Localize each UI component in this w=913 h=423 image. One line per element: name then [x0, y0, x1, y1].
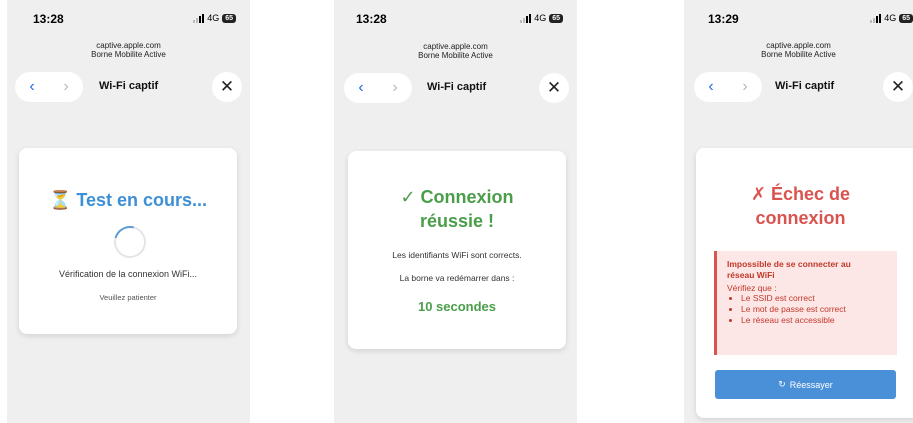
network-type: 4G — [207, 13, 220, 23]
list-item: Le SSID est correct — [741, 293, 846, 304]
signal-icon — [193, 13, 205, 23]
signal-icon — [520, 13, 532, 23]
battery-icon: 65 — [222, 13, 236, 23]
status-time: 13:29 — [708, 12, 739, 26]
nav-buttons: ‹ › — [694, 72, 762, 102]
status-indicators: 4G 65 — [870, 13, 913, 23]
signal-icon — [870, 13, 882, 23]
battery-icon: 65 — [549, 13, 563, 23]
nav-buttons: ‹ › — [15, 72, 83, 102]
status-indicators: 4G 65 — [193, 13, 236, 23]
status-card: ✓ Connexion réussie ! Les identifiants W… — [348, 151, 566, 349]
url-domain: captive.apple.com — [96, 41, 161, 50]
url-subtitle: Borne Mobilite Active — [761, 50, 836, 59]
list-item: Le mot de passe est correct — [741, 304, 846, 315]
forward-button[interactable]: › — [742, 79, 747, 95]
retry-label: Réessayer — [789, 379, 833, 390]
success-title-line1: ✓ Connexion — [400, 187, 514, 207]
nav-buttons: ‹ › — [344, 73, 412, 103]
url-header: captive.apple.com Borne Mobilite Active — [684, 41, 913, 59]
testing-title: ⏳ Test en cours... — [48, 190, 208, 210]
url-subtitle: Borne Mobilite Active — [91, 50, 166, 59]
retry-button[interactable]: ↻ Réessayer — [715, 370, 896, 399]
status-indicators: 4G 65 — [520, 13, 563, 23]
status-bar: 13:28 4G 65 — [7, 12, 250, 32]
phone-screen-success: 13:28 4G 65 captive.apple.com Borne Mobi… — [334, 0, 577, 423]
error-box: Impossible de se connecter au réseau WiF… — [714, 251, 897, 355]
countdown: 10 secondes — [417, 299, 497, 314]
back-button[interactable]: ‹ — [29, 79, 34, 95]
status-bar: 13:28 4G 65 — [334, 12, 577, 32]
network-type: 4G — [534, 13, 547, 23]
status-bar: 13:29 4G 65 — [684, 12, 913, 32]
nav-title: Wi-Fi captif — [427, 81, 487, 93]
success-title-line2: réussie ! — [419, 211, 495, 231]
url-subtitle: Borne Mobilite Active — [418, 51, 493, 60]
forward-button[interactable]: › — [63, 79, 68, 95]
url-domain: captive.apple.com — [423, 42, 488, 51]
list-item: Le réseau est accessible — [741, 315, 846, 326]
testing-hint: Veuillez patienter — [99, 293, 157, 302]
check-list: Le SSID est correct Le mot de passe est … — [727, 293, 846, 326]
url-domain: captive.apple.com — [766, 41, 831, 50]
url-header: captive.apple.com Borne Mobilite Active — [334, 42, 577, 60]
nav-title: Wi-Fi captif — [99, 80, 159, 92]
error-subtitle: Vérifiez que : — [727, 283, 777, 293]
phone-screen-testing: 13:28 4G 65 captive.apple.com Borne Mobi… — [7, 0, 250, 423]
nav-title: Wi-Fi captif — [775, 80, 835, 92]
back-button[interactable]: ‹ — [708, 79, 713, 95]
error-title: Impossible de se connecter au réseau WiF… — [727, 259, 851, 280]
close-button[interactable]: ✕ — [212, 72, 242, 102]
network-type: 4G — [884, 13, 897, 23]
forward-button[interactable]: › — [392, 80, 397, 96]
failure-title-line1: ✗ Échec de — [750, 184, 851, 204]
success-message: Les identifiants WiFi sont corrects. — [392, 250, 522, 260]
refresh-icon: ↻ — [778, 379, 786, 389]
phone-screen-failure: 13:29 4G 65 captive.apple.com Borne Mobi… — [684, 0, 913, 423]
loading-spinner — [108, 220, 152, 264]
reboot-message: La borne va redémarrer dans : — [399, 273, 515, 283]
close-button[interactable]: ✕ — [539, 73, 569, 103]
testing-message: Vérification de la connexion WiFi... — [58, 269, 198, 279]
status-time: 13:28 — [33, 12, 64, 26]
url-header: captive.apple.com Borne Mobilite Active — [7, 41, 250, 59]
battery-icon: 65 — [899, 13, 913, 23]
failure-title-line2: connexion — [755, 208, 846, 228]
status-card: ⏳ Test en cours... Vérification de la co… — [19, 148, 237, 334]
status-card: ✗ Échec de connexion Impossible de se co… — [696, 148, 913, 418]
status-time: 13:28 — [356, 12, 387, 26]
back-button[interactable]: ‹ — [358, 80, 363, 96]
close-button[interactable]: ✕ — [883, 72, 913, 102]
